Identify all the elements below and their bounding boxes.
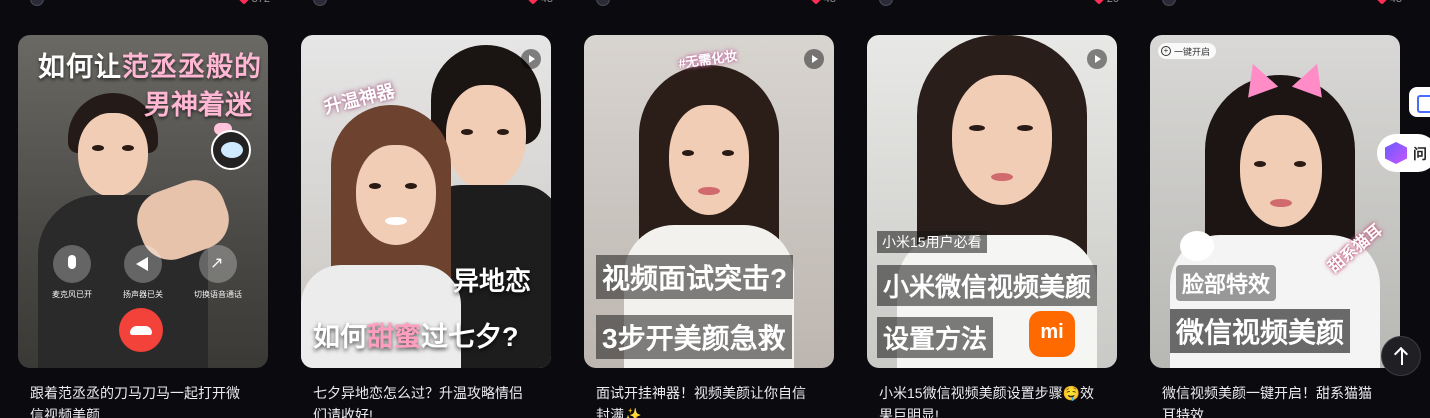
- speaker-control: 扬声器已关: [123, 245, 163, 300]
- heart-icon: [1093, 0, 1105, 5]
- author-avatar[interactable]: [313, 0, 327, 6]
- cover-title: 视频面试突击?: [596, 255, 794, 299]
- one-tap-badge: + 一键开启: [1158, 43, 1217, 59]
- card-meta: 20: [879, 0, 1119, 6]
- cover-title: 异地恋: [452, 266, 531, 296]
- note-card[interactable]: 小米15用户必看 小米微信视频美颜 设置方法 小米15微信视频美颜设置步骤🤤效 …: [867, 35, 1117, 418]
- mic-control: 麦克风已开: [52, 245, 92, 300]
- cover-title: 如何让范丞丞般的: [38, 52, 262, 82]
- note-feed: 如何让范丞丞般的 男神着迷 麦克风已开 扬声器已关 切换语音通话: [18, 35, 1400, 418]
- heart-icon: [810, 0, 822, 5]
- author-avatar[interactable]: [879, 0, 893, 6]
- puppy-sticker-icon: [1180, 231, 1214, 261]
- note-cover[interactable]: 如何让范丞丞般的 男神着迷 麦克风已开 扬声器已关 切换语音通话: [18, 35, 268, 368]
- like-count[interactable]: 20: [1093, 0, 1119, 5]
- cover-subtitle: 微信视频美颜: [1170, 309, 1351, 353]
- note-card[interactable]: #无需化妆 视频面试突击? 3步开美颜急救 面试开挂神器！视频美颜让你自信 封满…: [584, 35, 834, 418]
- ai-logo-icon: [1385, 142, 1407, 164]
- like-count[interactable]: 43: [1376, 0, 1402, 5]
- arrow-up-icon[interactable]: [1381, 336, 1421, 376]
- author-avatar[interactable]: [1162, 0, 1176, 6]
- cover-subtitle: 如何甜蜜过七夕?: [313, 322, 519, 352]
- cover-tag: 小米15用户必看: [877, 231, 987, 253]
- note-card[interactable]: + 一键开启 甜系猫耳 脸部特效 微信视频美颜 微信视频美颜一键开启！甜系猫猫 耳…: [1150, 35, 1400, 418]
- note-cover[interactable]: #无需化妆 视频面试突击? 3步开美颜急救: [584, 35, 834, 368]
- heart-icon: [527, 0, 539, 5]
- note-cover[interactable]: + 一键开启 甜系猫耳 脸部特效 微信视频美颜: [1150, 35, 1400, 368]
- ai-assistant-button[interactable]: 问: [1377, 134, 1430, 172]
- xiaomi-logo: [1029, 311, 1075, 357]
- note-card[interactable]: 升温神器 异地恋 如何甜蜜过七夕? 七夕异地恋怎么过？升温攻略情侣 们请收好!: [301, 35, 551, 418]
- play-icon: [804, 49, 824, 69]
- speaker-icon: [124, 245, 162, 283]
- plus-icon: +: [1161, 46, 1171, 56]
- heart-icon: [237, 0, 250, 5]
- like-count[interactable]: 43: [527, 0, 553, 5]
- note-card[interactable]: 如何让范丞丞般的 男神着迷 麦克风已开 扬声器已关 切换语音通话: [18, 35, 268, 418]
- cover-title: 小米微信视频美颜: [877, 265, 1098, 306]
- note-title[interactable]: 面试开挂神器！视频美颜让你自信 封满✨: [596, 382, 826, 418]
- switch-icon: [199, 245, 237, 283]
- author-avatar[interactable]: [30, 0, 44, 6]
- hangup-icon: [119, 308, 163, 352]
- note-cover[interactable]: 升温神器 异地恋 如何甜蜜过七夕?: [301, 35, 551, 368]
- cover-title: 脸部特效: [1176, 265, 1277, 301]
- call-controls: 麦克风已开 扬声器已关 切换语音通话: [52, 245, 242, 300]
- note-title[interactable]: 跟着范丞丞的刀马刀马一起打开微 信视频美颜: [30, 382, 260, 418]
- author-avatar[interactable]: [596, 0, 610, 6]
- character-sticker-icon: [211, 130, 251, 170]
- note-title[interactable]: 小米15微信视频美颜设置步骤🤤效 果巨明显!: [879, 382, 1109, 418]
- card-meta: 43: [1162, 0, 1402, 6]
- heart-icon: [1376, 0, 1388, 5]
- card-meta: 43: [596, 0, 836, 6]
- note-title[interactable]: 七夕异地恋怎么过？升温攻略情侣 们请收好!: [313, 382, 543, 418]
- note-cover[interactable]: 小米15用户必看 小米微信视频美颜 设置方法: [867, 35, 1117, 368]
- card-meta: 43: [313, 0, 553, 6]
- card-meta: 372: [30, 0, 270, 6]
- play-icon: [521, 49, 541, 69]
- mic-icon: [53, 245, 91, 283]
- like-count[interactable]: 43: [810, 0, 836, 5]
- cover-subtitle: 男神着迷: [144, 90, 252, 120]
- cover-subtitle: 设置方法: [877, 317, 994, 358]
- note-title[interactable]: 微信视频美颜一键开启！甜系猫猫 耳特效: [1162, 382, 1392, 418]
- cover-subtitle: 3步开美颜急救: [596, 315, 792, 359]
- play-icon: [1087, 49, 1107, 69]
- document-icon[interactable]: [1409, 87, 1430, 117]
- switch-control: 切换语音通话: [194, 245, 242, 300]
- like-count[interactable]: 372: [237, 0, 270, 5]
- previous-row-strip: 372 43 43 20 43: [0, 0, 1430, 8]
